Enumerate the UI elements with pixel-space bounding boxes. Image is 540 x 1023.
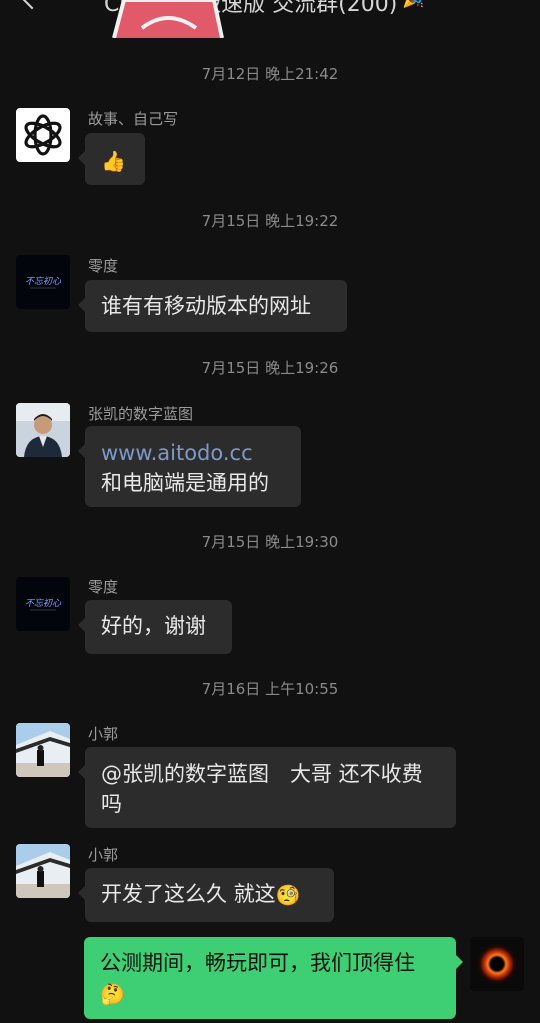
timestamp: 7月15日 晚上19:26 — [201, 359, 339, 377]
message-text: 谁有有移动版本的网址 — [101, 294, 311, 318]
person-photo — [16, 403, 70, 457]
avatar-logo: 不忘初心 — [25, 276, 62, 289]
building-photo — [16, 723, 70, 777]
avatar-text: 不忘初心 — [25, 276, 62, 287]
monocle-face-icon: 🧐 — [275, 883, 301, 907]
building-photo — [16, 844, 70, 898]
avatar[interactable] — [16, 403, 70, 457]
message-bubble[interactable]: 开发了这么久 就这🧐 — [78, 868, 334, 922]
sender-name: 零度 — [88, 578, 119, 596]
message-bubble[interactable]: 谁有有移动版本的网址 — [78, 280, 347, 332]
message-link[interactable]: www.aitodo.cc — [101, 438, 285, 468]
sender-name: 故事、自己写 — [88, 110, 179, 128]
message-text: 开发了这么久 就这 — [101, 882, 276, 906]
message-text-line-1: 公测期间，畅玩即可，我们顶得住 — [100, 951, 415, 975]
message-text: 好的，谢谢 — [101, 614, 206, 638]
thinking-face-icon: 🤔 — [100, 982, 125, 1006]
sender-name: 张凯的数字蓝图 — [88, 405, 194, 423]
chat-screen: ChatGPT极速版 交流群(200) 🎉 7月12日 晚上21:42 故事、自… — [0, 0, 540, 1023]
message-bubble[interactable]: www.aitodo.cc 和电脑端是通用的 — [78, 426, 301, 507]
sender-name: 零度 — [88, 257, 119, 275]
avatar-logo: 不忘初心 — [25, 598, 62, 611]
timestamp: 7月15日 晚上19:22 — [201, 212, 339, 230]
avatar[interactable]: 不忘初心 — [16, 577, 70, 631]
message-bubble[interactable]: 👍 — [78, 133, 145, 185]
avatar[interactable] — [16, 108, 70, 162]
avatar[interactable] — [16, 723, 70, 777]
black-hole-image — [470, 937, 524, 991]
timestamp: 7月12日 晚上21:42 — [201, 65, 339, 83]
my-message-bubble[interactable]: 公测期间，畅玩即可，我们顶得住 🤔 — [84, 937, 463, 1019]
avatar[interactable] — [470, 937, 524, 991]
avatar[interactable] — [16, 844, 70, 898]
sender-name: 小郭 — [88, 846, 119, 864]
message-bubble[interactable]: @张凯的数字蓝图 大哥 还不收费 吗 — [78, 747, 456, 828]
back-chevron-icon[interactable] — [20, 0, 44, 10]
message-text-line-2: 吗 — [101, 792, 122, 816]
message-bubble[interactable]: 好的，谢谢 — [78, 600, 232, 654]
timestamp: 7月16日 上午10:55 — [201, 680, 339, 698]
openai-logo-icon — [24, 114, 62, 156]
timestamp: 7月15日 晚上19:30 — [201, 533, 339, 551]
avatar[interactable]: 不忘初心 — [16, 255, 70, 309]
chat-header: ChatGPT极速版 交流群(200) 🎉 — [0, 0, 540, 17]
sender-name: 小郭 — [88, 725, 119, 743]
thumbs-up-icon: 👍 — [101, 149, 126, 173]
party-icon: 🎉 — [402, 0, 424, 9]
sticker-fragment[interactable] — [112, 0, 224, 38]
message-text-line-1: @张凯的数字蓝图 大哥 还不收费 — [101, 762, 423, 786]
avatar-text: 不忘初心 — [25, 598, 62, 609]
message-text: 和电脑端是通用的 — [101, 471, 269, 495]
